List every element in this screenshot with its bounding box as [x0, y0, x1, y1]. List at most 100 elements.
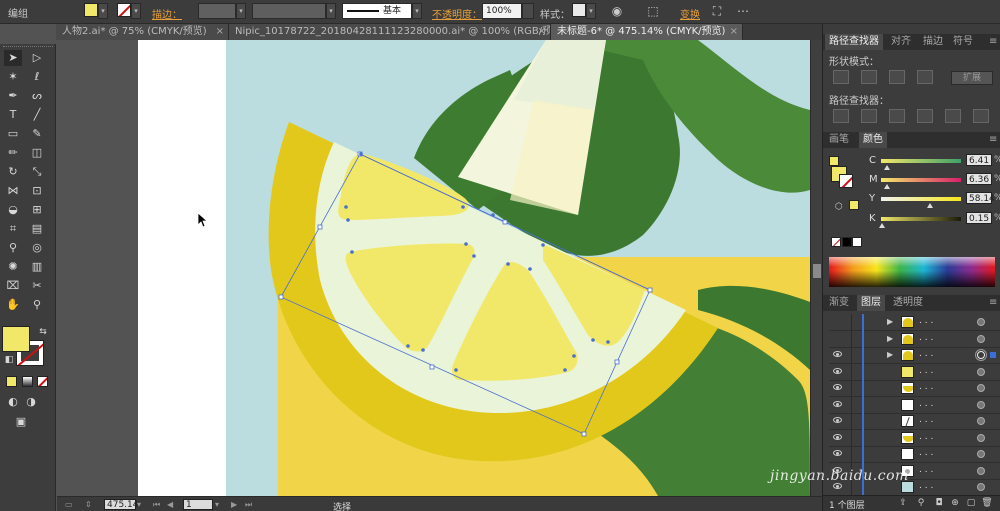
target-icon[interactable] — [977, 384, 985, 392]
lock-column[interactable] — [851, 347, 852, 364]
layer-name[interactable]: . . . — [919, 349, 933, 359]
panel-menu-icon[interactable]: ⋯ — [734, 3, 752, 21]
prev-artboard-icon[interactable]: ◀ — [167, 499, 177, 510]
scrollbar-thumb[interactable] — [813, 264, 821, 278]
outline-icon[interactable] — [945, 109, 961, 123]
color-panel-menu-icon[interactable]: ≡ — [985, 132, 1000, 148]
divide-icon[interactable] — [833, 109, 849, 123]
scale-tool-icon[interactable]: ⤡ — [28, 164, 46, 180]
layers-panel-menu-icon[interactable]: ≡ — [985, 295, 1000, 311]
target-icon[interactable] — [977, 450, 985, 458]
magenta-knob[interactable] — [884, 184, 890, 189]
target-icon[interactable] — [977, 367, 985, 376]
zoom-input[interactable]: 475.14 — [104, 499, 139, 510]
selection-indicator[interactable] — [990, 352, 996, 358]
close-icon[interactable]: × — [216, 24, 224, 40]
delete-layer-icon[interactable]: 🗑 — [981, 498, 993, 509]
layer-name[interactable]: . . . — [919, 366, 933, 376]
target-icon[interactable] — [977, 318, 985, 326]
graphic-style-swatch[interactable] — [572, 3, 586, 17]
minus-back-icon[interactable] — [973, 109, 989, 123]
tab-stroke[interactable]: 描边 — [919, 34, 947, 50]
panel-menu-icon[interactable]: ≡ — [985, 34, 1000, 50]
layer-name[interactable]: . . . — [919, 432, 933, 442]
rotate-tool-icon[interactable]: ↻ — [4, 164, 22, 180]
lock-column[interactable] — [851, 314, 852, 331]
layer-row[interactable]: . . . — [829, 363, 1000, 381]
eraser-tool-icon[interactable]: ◫ — [28, 145, 46, 161]
visibility-eye-icon[interactable] — [833, 400, 842, 407]
layer-row[interactable]: . . . — [829, 380, 1000, 397]
fill-color-box[interactable] — [2, 326, 30, 352]
new-sublayer-icon[interactable]: ⊕ — [949, 498, 961, 509]
expand-button[interactable]: 扩展 — [951, 71, 993, 85]
perspective-grid-tool-icon[interactable]: ⊞ — [28, 202, 46, 218]
eyedropper-tool-icon[interactable]: ⚲ — [4, 240, 22, 256]
artboard-number-input[interactable]: 1 — [183, 499, 213, 510]
close-icon[interactable]: × — [730, 24, 738, 40]
target-icon[interactable] — [977, 400, 985, 409]
style-dropdown[interactable]: ▾ — [586, 3, 596, 19]
crop-icon[interactable] — [917, 109, 933, 123]
tab-transparency[interactable]: 透明度 — [889, 295, 927, 311]
target-icon[interactable] — [977, 417, 985, 425]
out-of-gamut-icon[interactable]: ⬡ — [835, 202, 843, 212]
stroke-dropdown[interactable]: ▾ — [131, 3, 141, 19]
zoom-dropdown-icon[interactable]: ⇕ — [85, 499, 95, 510]
lock-column[interactable] — [851, 380, 852, 397]
layer-name[interactable]: . . . — [919, 448, 933, 458]
screen-mode-icon[interactable]: ▣ — [12, 414, 30, 430]
gradient-tool-icon[interactable]: ▤ — [28, 221, 46, 237]
tab-pathfinder[interactable]: 路径查找器 — [825, 34, 883, 50]
opacity-dropdown[interactable] — [522, 3, 534, 19]
variable-width-profile[interactable] — [252, 3, 326, 19]
brush-dropdown[interactable]: ▾ — [412, 3, 422, 19]
unite-icon[interactable] — [833, 70, 849, 84]
opacity-panel-link[interactable]: 不透明度： — [432, 6, 482, 21]
zoom-tool-icon[interactable]: ⚲ — [28, 297, 46, 313]
artboard-nav-icon[interactable]: ▭ — [65, 499, 79, 510]
lock-column[interactable] — [851, 446, 852, 463]
last-artboard-icon[interactable]: ⏭ — [245, 499, 255, 510]
line-tool-icon[interactable]: ╱ — [28, 107, 46, 123]
curvature-tool-icon[interactable]: ᔕ — [28, 88, 46, 104]
merge-icon[interactable] — [889, 109, 905, 123]
layer-name[interactable]: . . . — [919, 415, 933, 425]
fill-dropdown[interactable]: ▾ — [98, 3, 108, 19]
next-artboard-icon[interactable]: ▶ — [231, 499, 241, 510]
mesh-tool-icon[interactable]: ⌗ — [4, 221, 22, 237]
visibility-eye-icon[interactable] — [833, 351, 842, 357]
symbol-sprayer-tool-icon[interactable]: ✺ — [4, 259, 22, 275]
tab-document-3[interactable]: 未标题-6* @ 475.14% (CMYK/预览) × — [551, 24, 743, 40]
expand-triangle-icon[interactable]: ▶ — [887, 317, 893, 326]
none-mode-icon[interactable] — [37, 376, 48, 387]
layer-name[interactable]: . . . — [919, 316, 933, 326]
tab-gradient[interactable]: 渐变 — [825, 295, 853, 311]
default-colors-icon[interactable]: ◧ — [0, 352, 18, 368]
cyan-knob[interactable] — [884, 165, 890, 170]
target-icon[interactable] — [977, 483, 985, 491]
type-tool-icon[interactable]: T — [4, 107, 22, 123]
white-swatch[interactable] — [852, 237, 862, 247]
minus-front-icon[interactable] — [861, 70, 877, 84]
visibility-eye-icon[interactable] — [833, 450, 842, 456]
target-icon[interactable] — [977, 433, 985, 442]
black-swatch[interactable] — [842, 237, 852, 247]
shape-builder-tool-icon[interactable]: ◒ — [4, 202, 22, 218]
visibility-eye-icon[interactable] — [833, 433, 842, 440]
expand-triangle-icon[interactable]: ▶ — [887, 350, 893, 359]
tab-document-2[interactable]: Nipic_10178722_20180428111123280000.ai* … — [229, 24, 551, 40]
visibility-eye-icon[interactable] — [833, 367, 842, 374]
artboard-tool-icon[interactable]: ⌧ — [4, 278, 22, 294]
width-tool-icon[interactable]: ⋈ — [4, 183, 22, 199]
exclude-icon[interactable] — [917, 70, 933, 84]
layer-row[interactable]: . . . — [829, 446, 1000, 463]
zoom-dropdown-arrow[interactable]: ▾ — [137, 499, 147, 510]
color-spectrum[interactable] — [829, 257, 995, 287]
layer-row[interactable]: . . . — [829, 413, 1000, 430]
draw-mode-icon[interactable]: ◐ — [4, 394, 22, 410]
align-icon[interactable]: ⬚ — [644, 3, 662, 21]
tab-symbols[interactable]: 符号 — [949, 34, 977, 50]
lock-column[interactable] — [851, 396, 852, 414]
pencil-tool-icon[interactable]: ✏ — [4, 145, 22, 161]
